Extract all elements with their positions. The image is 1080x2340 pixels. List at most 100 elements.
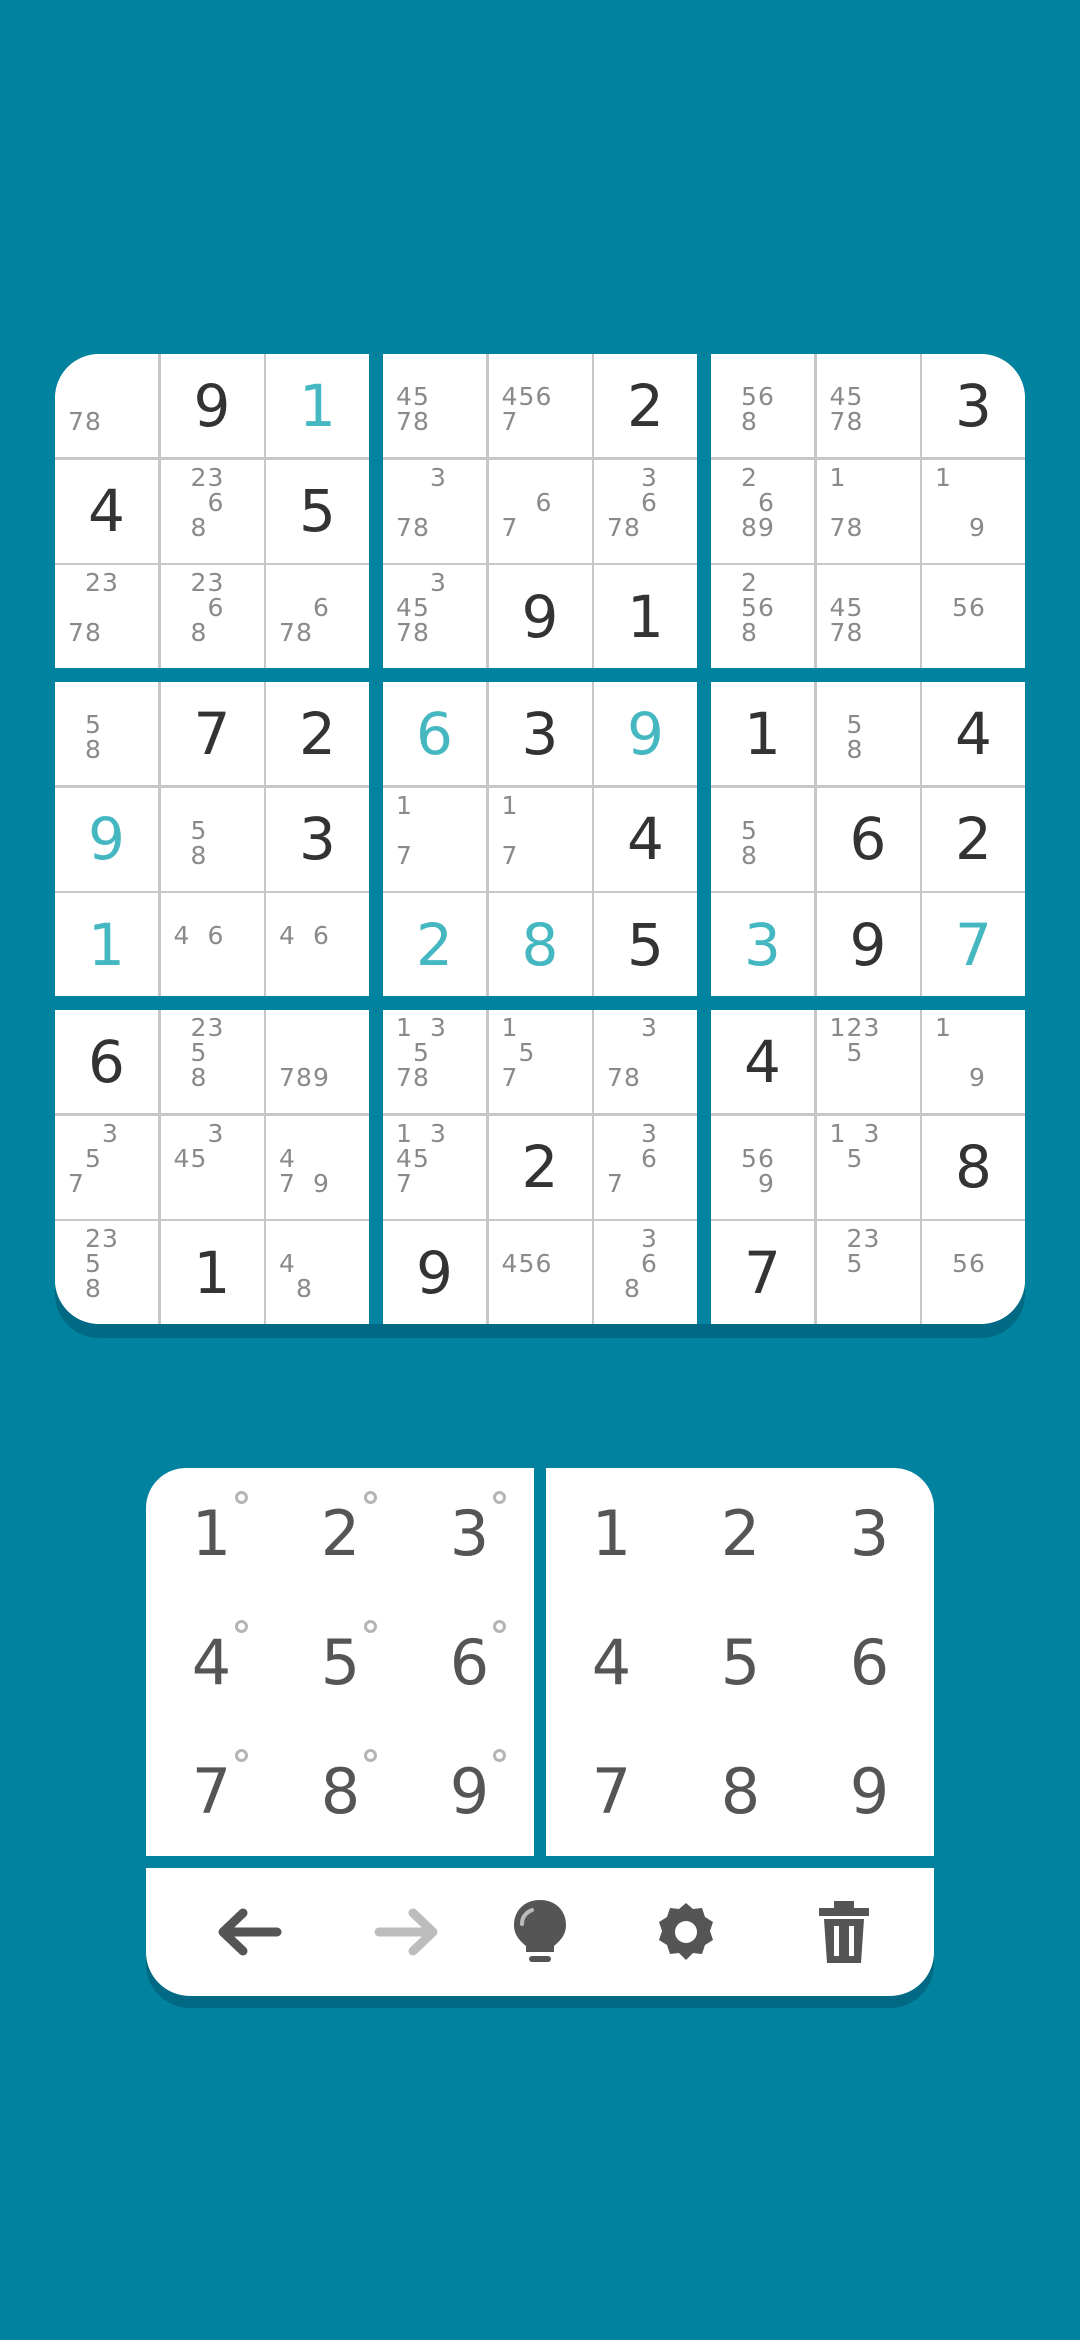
board-cell[interactable]: 9: [383, 1221, 486, 1324]
board-cell[interactable]: 4: [711, 1010, 814, 1113]
note-key-6[interactable]: 6: [405, 1598, 534, 1727]
board-cell[interactable]: 6: [816, 787, 920, 891]
board-cell[interactable]: 2358: [55, 1221, 158, 1324]
board-cell[interactable]: 1: [266, 354, 369, 457]
board-cell[interactable]: 367: [594, 1115, 697, 1219]
number-key-7[interactable]: 7: [547, 1727, 676, 1856]
board-cell[interactable]: 3: [711, 893, 814, 996]
board-cell[interactable]: 7: [922, 893, 1025, 996]
board-cell[interactable]: 4578: [816, 354, 920, 457]
board-cell[interactable]: 48: [266, 1221, 369, 1324]
board-cell[interactable]: 1: [711, 682, 814, 785]
board-cell[interactable]: 568: [711, 354, 814, 457]
board-cell[interactable]: 78: [55, 354, 158, 457]
number-key-8[interactable]: 8: [676, 1727, 805, 1856]
board-cell[interactable]: 2568: [711, 565, 814, 668]
board-cell[interactable]: 178: [816, 459, 920, 563]
board-cell[interactable]: 9: [55, 787, 158, 891]
board-cell[interactable]: 9: [160, 354, 264, 457]
board-cell[interactable]: 3: [266, 787, 369, 891]
board-cell[interactable]: 8: [922, 1115, 1025, 1219]
board-cell[interactable]: 5: [266, 459, 369, 563]
board-cell[interactable]: 157: [488, 1010, 592, 1113]
board-cell[interactable]: 345: [160, 1115, 264, 1219]
board-cell[interactable]: 7: [711, 1221, 814, 1324]
board-cell[interactable]: 4578: [383, 354, 486, 457]
board-cell[interactable]: 9: [488, 565, 592, 668]
note-key-1[interactable]: 1: [147, 1469, 276, 1598]
number-key-2[interactable]: 2: [676, 1469, 805, 1598]
board-cell[interactable]: 378: [594, 1010, 697, 1113]
board-cell[interactable]: 5: [594, 893, 697, 996]
number-key-3[interactable]: 3: [805, 1469, 934, 1598]
hint-button[interactable]: [500, 1892, 580, 1972]
board-cell[interactable]: 46: [266, 893, 369, 996]
board-cell[interactable]: 3678: [594, 459, 697, 563]
board-cell[interactable]: 6: [55, 1010, 158, 1113]
board-cell[interactable]: 17: [383, 787, 486, 891]
board-cell[interactable]: 8: [488, 893, 592, 996]
undo-button[interactable]: [208, 1892, 288, 1972]
board-cell[interactable]: 58: [55, 682, 158, 785]
board-cell[interactable]: 357: [55, 1115, 158, 1219]
number-key-9[interactable]: 9: [805, 1727, 934, 1856]
board-cell[interactable]: 368: [594, 1221, 697, 1324]
board-cell[interactable]: 4: [55, 459, 158, 563]
board-cell[interactable]: 1: [160, 1221, 264, 1324]
board-cell[interactable]: 678: [266, 565, 369, 668]
board-cell[interactable]: 2: [383, 893, 486, 996]
board-cell[interactable]: 3: [922, 354, 1025, 457]
note-key-7[interactable]: 7: [147, 1727, 276, 1856]
board-cell[interactable]: 1235: [816, 1010, 920, 1113]
board-cell[interactable]: 135: [816, 1115, 920, 1219]
note-key-9[interactable]: 9: [405, 1727, 534, 1856]
board-cell[interactable]: 378: [383, 459, 486, 563]
board-cell[interactable]: 789: [266, 1010, 369, 1113]
board-cell[interactable]: 4567: [488, 354, 592, 457]
board-cell[interactable]: 2368: [160, 459, 264, 563]
number-key-5[interactable]: 5: [676, 1598, 805, 1727]
board-cell[interactable]: 2: [266, 682, 369, 785]
number-key-4[interactable]: 4: [547, 1598, 676, 1727]
board-cell[interactable]: 67: [488, 459, 592, 563]
board-cell[interactable]: 235: [816, 1221, 920, 1324]
board-cell[interactable]: 19: [922, 1010, 1025, 1113]
board-cell[interactable]: 1: [55, 893, 158, 996]
note-key-5[interactable]: 5: [276, 1598, 405, 1727]
note-key-2[interactable]: 2: [276, 1469, 405, 1598]
note-key-4[interactable]: 4: [147, 1598, 276, 1727]
board-cell[interactable]: 34578: [383, 565, 486, 668]
board-cell[interactable]: 4578: [816, 565, 920, 668]
board-cell[interactable]: 2368: [160, 565, 264, 668]
board-cell[interactable]: 2: [488, 1115, 592, 1219]
board-cell[interactable]: 569: [711, 1115, 814, 1219]
board-cell[interactable]: 2358: [160, 1010, 264, 1113]
board-cell[interactable]: 58: [711, 787, 814, 891]
board-cell[interactable]: 4: [594, 787, 697, 891]
board-cell[interactable]: 7: [160, 682, 264, 785]
note-key-8[interactable]: 8: [276, 1727, 405, 1856]
note-key-3[interactable]: 3: [405, 1469, 534, 1598]
board-cell[interactable]: 1: [594, 565, 697, 668]
board-cell[interactable]: 19: [922, 459, 1025, 563]
redo-button[interactable]: [368, 1892, 448, 1972]
clear-button[interactable]: [804, 1892, 884, 1972]
board-cell[interactable]: 2378: [55, 565, 158, 668]
board-cell[interactable]: 56: [922, 565, 1025, 668]
board-cell[interactable]: 2: [922, 787, 1025, 891]
number-key-6[interactable]: 6: [805, 1598, 934, 1727]
board-cell[interactable]: 2689: [711, 459, 814, 563]
board-cell[interactable]: 3: [488, 682, 592, 785]
board-cell[interactable]: 58: [160, 787, 264, 891]
board-cell[interactable]: 13457: [383, 1115, 486, 1219]
board-cell[interactable]: 17: [488, 787, 592, 891]
board-cell[interactable]: 456: [488, 1221, 592, 1324]
board-cell[interactable]: 9: [816, 893, 920, 996]
board-cell[interactable]: 6: [383, 682, 486, 785]
board-cell[interactable]: 13578: [383, 1010, 486, 1113]
board-cell[interactable]: 4: [922, 682, 1025, 785]
board-cell[interactable]: 46: [160, 893, 264, 996]
number-key-1[interactable]: 1: [547, 1469, 676, 1598]
settings-button[interactable]: [646, 1892, 726, 1972]
board-cell[interactable]: 479: [266, 1115, 369, 1219]
